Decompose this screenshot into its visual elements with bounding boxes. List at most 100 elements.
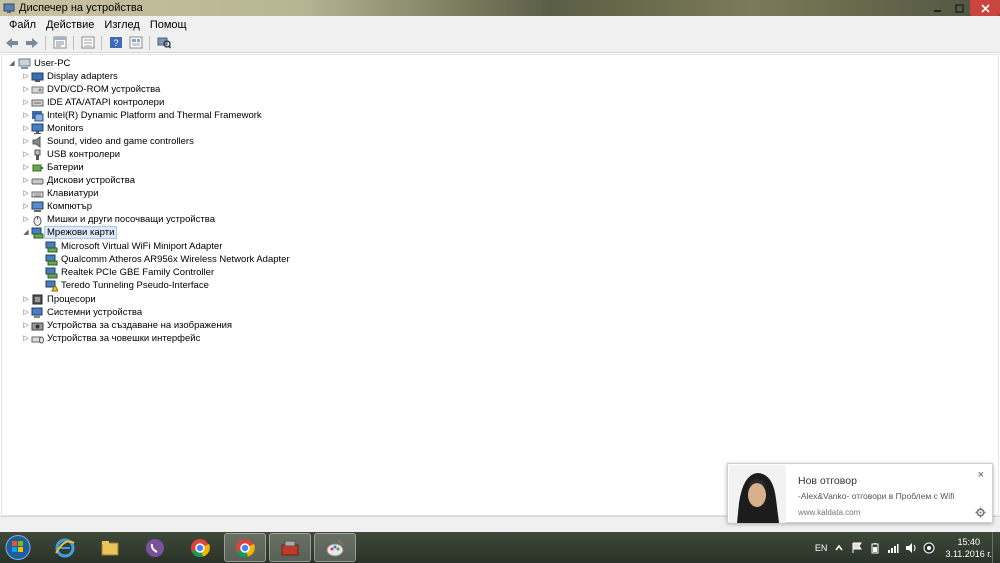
network-adapter-warning-icon (45, 280, 58, 292)
view-button-2[interactable] (127, 35, 144, 51)
clock[interactable]: 15:40 3.11.2016 г. (945, 536, 992, 560)
file-explorer-icon (101, 540, 119, 555)
taskbar-chrome-2[interactable] (224, 533, 266, 562)
tree-device-qualcomm-atheros[interactable]: Qualcomm Atheros AR956x Wireless Network… (45, 253, 290, 266)
tree-category-dvd-drives[interactable]: DVD/CD-ROM устройства (31, 83, 160, 96)
processor-icon (31, 294, 44, 306)
expand-arrow-icon[interactable]: ▷ (22, 176, 30, 184)
menu-bar: Файл Действие Изглед Помощ (0, 16, 1000, 33)
properties-button[interactable] (51, 35, 68, 51)
expand-arrow-icon[interactable]: ▷ (22, 72, 30, 80)
dvd-drive-icon (31, 84, 44, 96)
system-device-icon (31, 307, 44, 319)
battery-tray-icon[interactable] (869, 542, 881, 554)
tree-category-disk-drives[interactable]: Дискови устройства (31, 174, 135, 187)
expand-arrow-icon[interactable]: ▷ (22, 189, 30, 197)
expand-arrow-icon[interactable]: ▷ (22, 295, 30, 303)
device-tree[interactable]: ◢ User-PC ▷ Display adapters ▷ DVD/CD-RO… (1, 54, 999, 516)
chevron-up-icon[interactable] (833, 542, 845, 554)
hid-icon (31, 333, 44, 345)
taskbar-viber[interactable] (134, 533, 176, 562)
tree-category-ide-controllers[interactable]: IDE ATA/ATAPI контролери (31, 96, 164, 109)
mouse-icon (31, 214, 44, 226)
close-button[interactable] (970, 0, 1000, 16)
expand-arrow-icon[interactable]: ▷ (22, 215, 30, 223)
tree-category-display-adapters[interactable]: Display adapters (31, 70, 118, 83)
show-desktop-button[interactable] (992, 532, 1000, 563)
disk-drive-icon (31, 175, 44, 187)
menu-action[interactable]: Действие (41, 19, 99, 31)
expand-arrow-icon[interactable]: ▷ (22, 85, 30, 93)
tree-category-keyboards[interactable]: Клавиатури (31, 187, 98, 200)
tree-category-computer[interactable]: Компютър (31, 200, 92, 213)
menu-view[interactable]: Изглед (99, 19, 144, 31)
tree-device-ms-virtual-wifi[interactable]: Microsoft Virtual WiFi Miniport Adapter (45, 240, 222, 253)
tree-root[interactable]: User-PC (18, 57, 70, 70)
computer-icon (18, 58, 31, 70)
taskbar-paint[interactable] (314, 533, 356, 562)
flag-icon[interactable] (851, 542, 863, 554)
expand-arrow-icon[interactable]: ▷ (22, 163, 30, 171)
taskbar-chrome[interactable] (179, 533, 221, 562)
tree-category-intel-dptf[interactable]: Intel(R) Dynamic Platform and Thermal Fr… (31, 109, 262, 122)
forward-button[interactable] (23, 35, 40, 51)
tree-device-teredo[interactable]: Teredo Tunneling Pseudo-Interface (45, 279, 209, 292)
expand-arrow-icon[interactable]: ▷ (22, 111, 30, 119)
tree-category-mice[interactable]: Мишки и други посочващи устройства (31, 213, 215, 226)
scan-hardware-button[interactable] (155, 35, 172, 51)
gear-icon[interactable] (975, 507, 986, 518)
tree-category-usb[interactable]: USB контролери (31, 148, 120, 161)
taskbar-device-manager[interactable] (269, 533, 311, 562)
start-button[interactable] (3, 533, 33, 562)
tree-category-system-devices[interactable]: Системни устройства (31, 306, 142, 319)
volume-icon[interactable] (905, 542, 917, 554)
tree-device-realtek[interactable]: Realtek PCIe GBE Family Controller (45, 266, 214, 279)
expand-arrow-icon[interactable]: ▷ (22, 321, 30, 329)
expand-arrow-icon[interactable]: ▷ (22, 137, 30, 145)
tree-category-sound[interactable]: Sound, video and game controllers (31, 135, 194, 148)
language-indicator[interactable]: EN (815, 543, 828, 553)
device-manager-icon (3, 2, 15, 14)
expand-arrow-icon[interactable]: ▷ (22, 150, 30, 158)
taskbar-ie[interactable] (44, 533, 86, 562)
usb-icon (31, 149, 44, 161)
toolbar-separator (149, 35, 150, 50)
view-button[interactable] (79, 35, 96, 51)
network-tray-icon[interactable] (887, 542, 899, 554)
menu-file[interactable]: Файл (4, 19, 41, 31)
expand-arrow-icon[interactable]: ▷ (22, 98, 30, 106)
expand-arrow-icon[interactable]: ▷ (22, 202, 30, 210)
properties-icon (53, 36, 66, 49)
back-button[interactable] (3, 35, 20, 51)
view-icon (81, 36, 94, 49)
tree-category-imaging-devices[interactable]: Устройства за създаване на изображения (31, 319, 232, 332)
close-icon (980, 3, 990, 13)
tree-category-hid[interactable]: Устройства за човешки интерфейс (31, 332, 200, 345)
menu-help[interactable]: Помощ (145, 19, 192, 31)
expand-arrow-icon[interactable]: ▷ (22, 334, 30, 342)
tree-category-batteries[interactable]: Батерии (31, 161, 84, 174)
computer-icon (31, 201, 44, 213)
expand-arrow-icon[interactable]: ▷ (22, 308, 30, 316)
notification-body: -Alex&Vanko- отговори в Проблем с Wifi (798, 491, 955, 501)
toolbar-separator (73, 35, 74, 50)
notification-toast[interactable]: Нов отговор -Alex&Vanko- отговори в Проб… (727, 463, 993, 523)
collapse-arrow-icon[interactable]: ◢ (8, 59, 16, 67)
tree-category-network-adapters[interactable]: Мрежови карти (31, 226, 118, 239)
notification-close-button[interactable]: × (978, 469, 984, 481)
avatar (729, 465, 786, 523)
maximize-button[interactable] (948, 0, 970, 16)
system-tray: EN 15:40 3.11.2016 г. (815, 532, 992, 563)
tree-category-processors[interactable]: Процесори (31, 293, 96, 306)
tree-category-monitors[interactable]: Monitors (31, 122, 83, 135)
toolbar-separator (45, 35, 46, 50)
help-button[interactable]: ? (107, 35, 124, 51)
title-bar: Диспечер на устройства (0, 0, 1000, 16)
internet-explorer-icon (55, 538, 75, 557)
collapse-arrow-icon[interactable]: ◢ (22, 228, 30, 236)
minimize-button[interactable] (926, 0, 948, 16)
forward-icon (25, 37, 38, 48)
taskbar-explorer[interactable] (89, 533, 131, 562)
expand-arrow-icon[interactable]: ▷ (22, 124, 30, 132)
app-tray-icon[interactable] (923, 542, 935, 554)
